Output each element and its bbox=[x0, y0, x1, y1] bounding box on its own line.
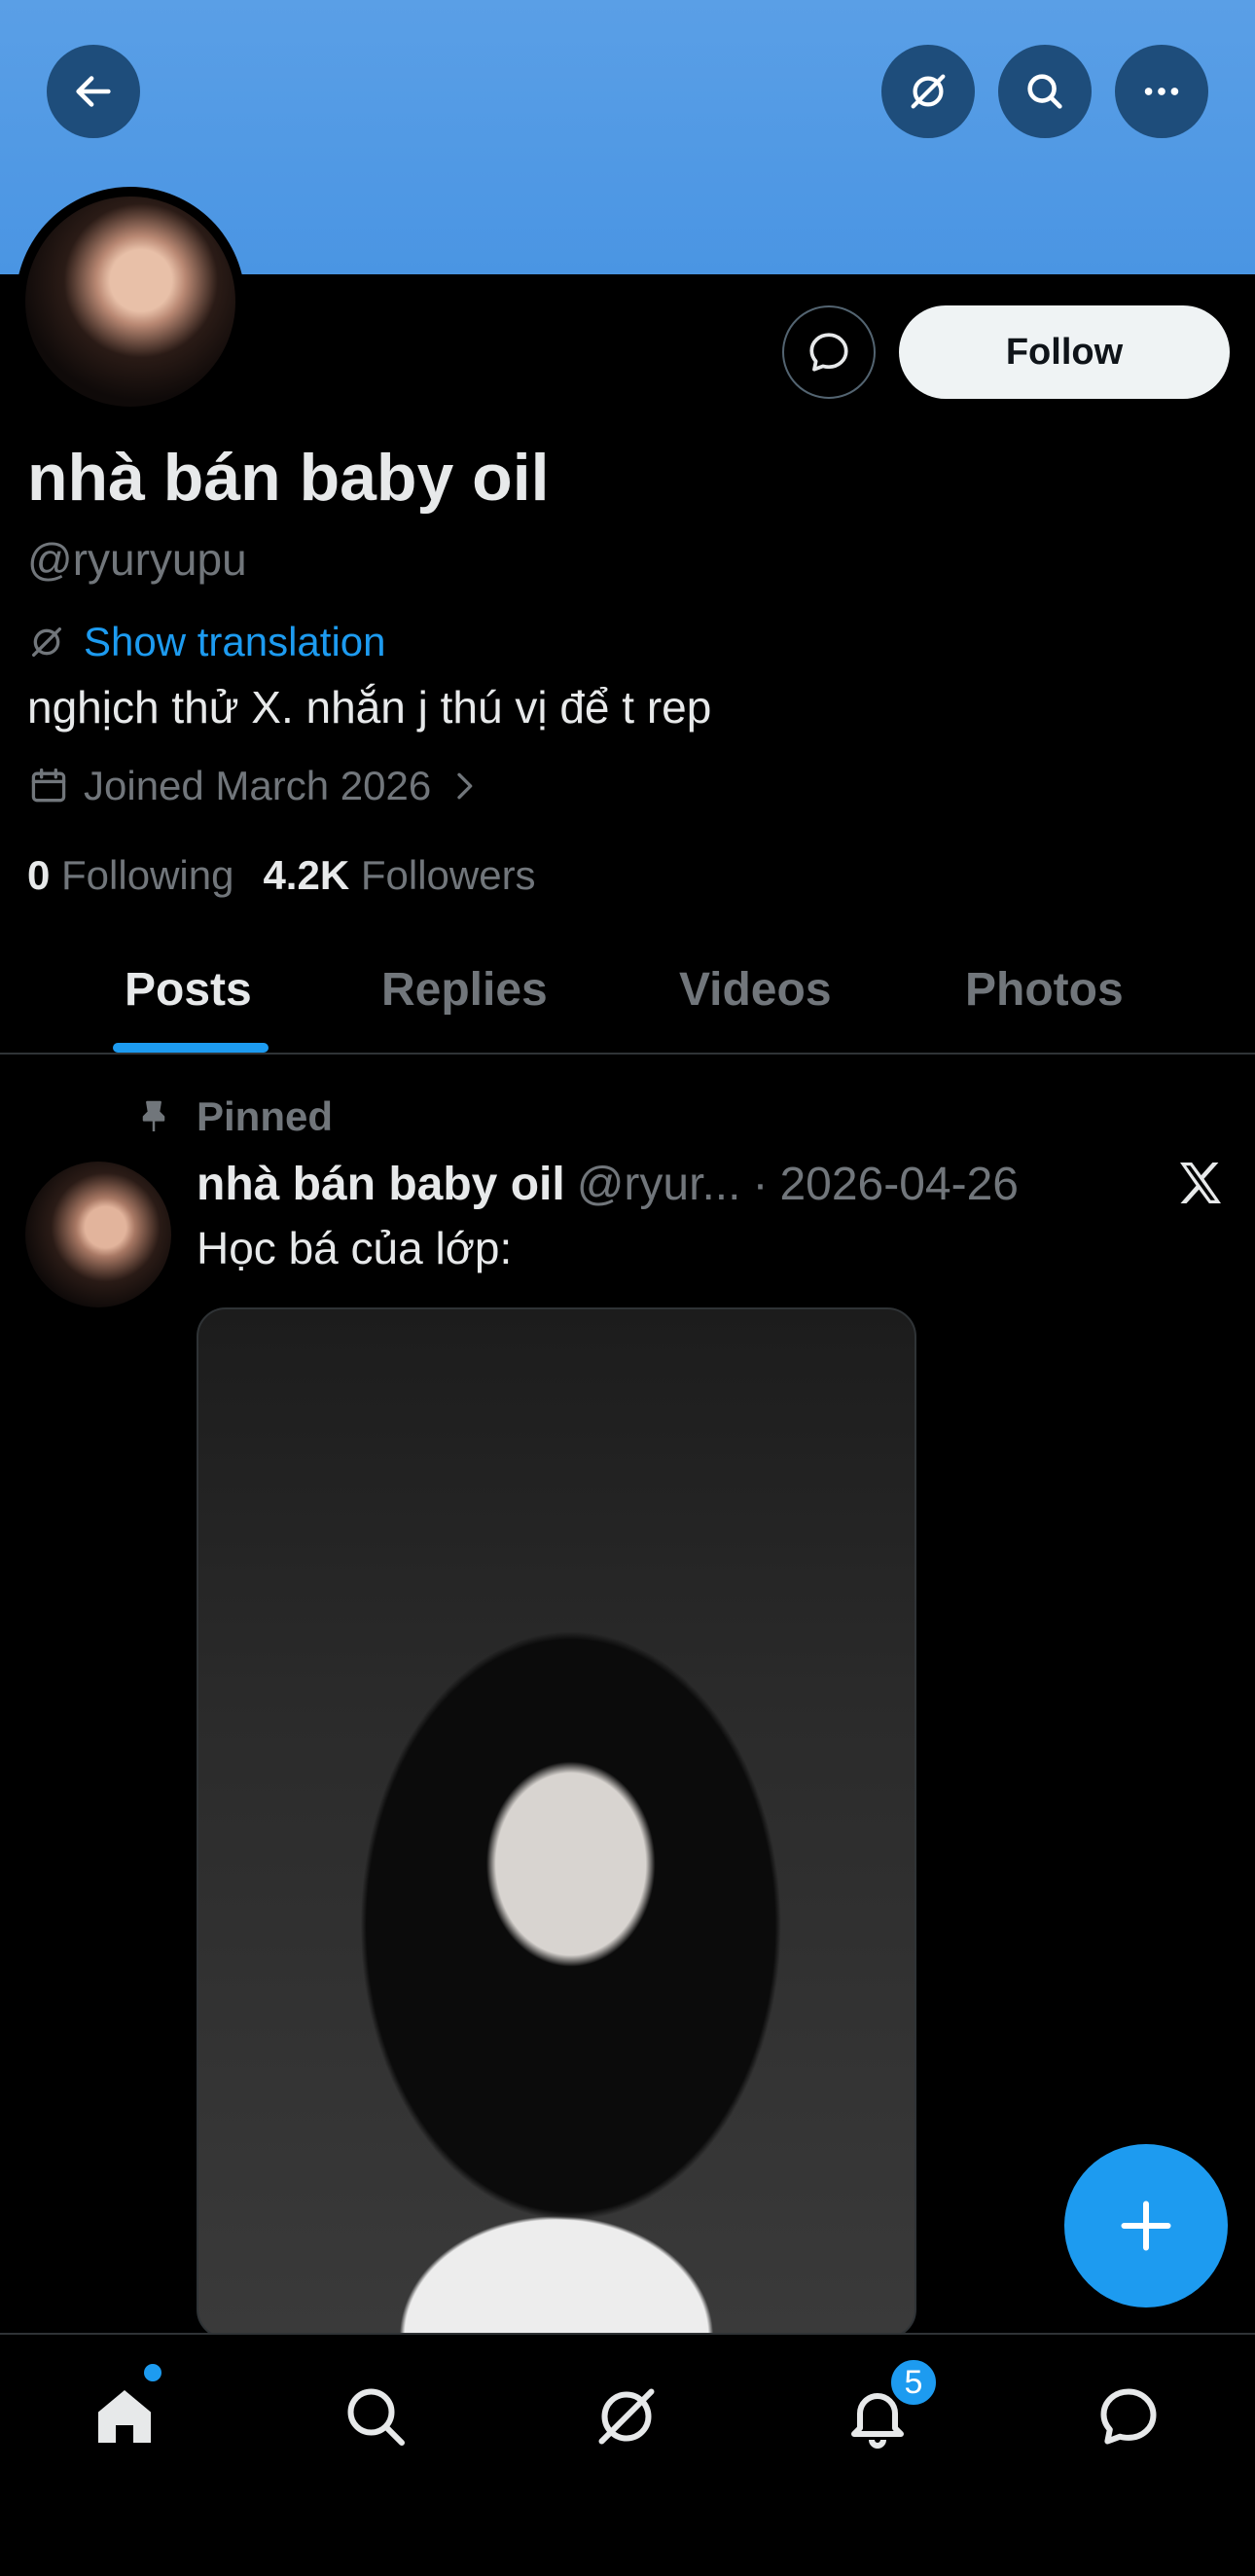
bottom-navigation: 5 bbox=[0, 2333, 1255, 2576]
followers-link[interactable]: 4.2K Followers bbox=[263, 852, 535, 899]
following-label: Following bbox=[61, 852, 234, 898]
nav-home[interactable] bbox=[86, 2378, 163, 2455]
profile-handle: @ryuryupu bbox=[27, 534, 247, 585]
post-author-handle[interactable]: @ryur... bbox=[577, 1158, 741, 1211]
profile-avatar[interactable] bbox=[16, 187, 245, 416]
profile-stats: 0 Following 4.2K Followers bbox=[27, 852, 536, 899]
profile-tabs: Posts Replies Videos Photos bbox=[0, 934, 1255, 1055]
active-tab-indicator bbox=[113, 1043, 269, 1053]
tab-replies[interactable]: Replies bbox=[381, 963, 548, 1017]
avatar-image bbox=[25, 197, 235, 407]
x-logo-icon[interactable] bbox=[1173, 1156, 1228, 1210]
home-notification-dot bbox=[144, 2364, 161, 2381]
post-media-image[interactable] bbox=[197, 1307, 916, 2339]
search-icon bbox=[347, 2388, 405, 2446]
calendar-icon bbox=[31, 768, 66, 803]
nav-search[interactable] bbox=[337, 2378, 414, 2455]
pin-icon bbox=[142, 1100, 165, 1131]
tab-posts[interactable]: Posts bbox=[125, 963, 252, 1017]
nav-grok[interactable] bbox=[588, 2378, 665, 2455]
back-button[interactable] bbox=[47, 45, 140, 138]
post-author-avatar[interactable] bbox=[25, 1162, 171, 1307]
post-header: nhà bán baby oil @ryur... · 2026-04-26 bbox=[197, 1158, 1019, 1211]
following-count: 0 bbox=[27, 852, 51, 898]
arrow-left-icon bbox=[76, 76, 111, 107]
followers-label: Followers bbox=[360, 852, 536, 898]
joined-label: Joined March 2026 bbox=[84, 763, 432, 808]
grok-icon bbox=[911, 74, 946, 109]
grok-icon bbox=[598, 2388, 655, 2445]
chevron-right-icon bbox=[457, 772, 473, 800]
following-link[interactable]: 0 Following bbox=[27, 852, 233, 899]
followers-count: 4.2K bbox=[263, 852, 350, 898]
grok-button[interactable] bbox=[881, 45, 975, 138]
show-translation-label: Show translation bbox=[84, 619, 386, 664]
more-button[interactable] bbox=[1115, 45, 1208, 138]
more-icon bbox=[1144, 88, 1179, 95]
message-icon bbox=[809, 333, 848, 372]
pinned-label: Pinned bbox=[197, 1093, 334, 1139]
message-button[interactable] bbox=[782, 305, 876, 399]
tab-videos[interactable]: Videos bbox=[679, 963, 832, 1017]
profile-name: nhà bán baby oil bbox=[27, 441, 550, 515]
follow-button[interactable]: Follow bbox=[899, 305, 1230, 399]
post-separator: · bbox=[752, 1159, 769, 1210]
search-button[interactable] bbox=[998, 45, 1092, 138]
post-text: Học bá của lớp: bbox=[197, 1223, 513, 1273]
show-translation-link[interactable]: Show translation bbox=[27, 619, 386, 665]
search-icon bbox=[1027, 74, 1062, 109]
post-author-name[interactable]: nhà bán baby oil bbox=[197, 1158, 565, 1211]
nav-messages[interactable] bbox=[1090, 2378, 1167, 2455]
joined-date[interactable]: Joined March 2026 bbox=[27, 763, 484, 809]
pinned-indicator: Pinned bbox=[134, 1093, 333, 1140]
plus-icon bbox=[1121, 2200, 1171, 2251]
compose-button[interactable] bbox=[1064, 2144, 1228, 2308]
notification-badge: 5 bbox=[887, 2356, 940, 2409]
profile-bio: nghịch thử X. nhắn j thú vị để t rep bbox=[27, 682, 712, 733]
grok-icon bbox=[32, 627, 61, 657]
home-icon bbox=[98, 2390, 151, 2443]
tab-photos[interactable]: Photos bbox=[965, 963, 1124, 1017]
messages-icon bbox=[1100, 2388, 1157, 2445]
post-date[interactable]: 2026-04-26 bbox=[779, 1158, 1019, 1211]
